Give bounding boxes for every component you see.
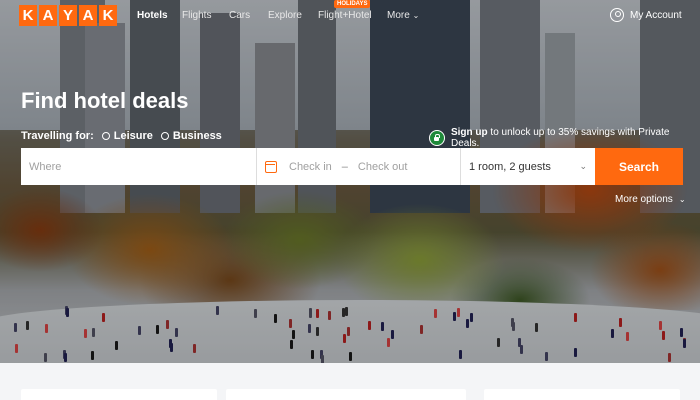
chevron-down-icon: ⌄ xyxy=(579,161,587,171)
where-input[interactable]: Where xyxy=(21,148,257,185)
logo-letter: A xyxy=(79,5,97,26)
lock-icon xyxy=(429,130,445,146)
where-placeholder: Where xyxy=(29,160,62,173)
nav-explore[interactable]: Explore xyxy=(268,10,302,21)
content-area xyxy=(0,363,700,400)
guests-value: 1 room, 2 guests xyxy=(469,160,551,173)
user-icon xyxy=(610,8,624,22)
kayak-logo[interactable]: K A Y A K xyxy=(19,5,117,26)
travel-purpose: Travelling for: Leisure Business xyxy=(21,130,222,142)
leisure-label: Leisure xyxy=(113,130,153,142)
private-deals-promo: Sign up to unlock up to 35% savings with… xyxy=(429,127,700,149)
more-options-toggle[interactable]: More options ⌄ xyxy=(615,194,686,205)
chevron-down-icon: ⌄ xyxy=(412,11,420,20)
content-card[interactable] xyxy=(484,389,680,400)
logo-letter: K xyxy=(99,5,117,26)
more-options-label: More options xyxy=(615,194,673,205)
checkout-field[interactable]: Check out xyxy=(358,161,408,173)
logo-letter: K xyxy=(19,5,37,26)
business-radio[interactable]: Business xyxy=(160,130,222,142)
account-label: My Account xyxy=(630,9,682,21)
calendar-icon xyxy=(265,160,277,173)
travelling-for-label: Travelling for: xyxy=(21,130,94,142)
nav-more-label: More xyxy=(387,10,410,21)
hotel-search-bar: Where Check in – Check out 1 room, 2 gue… xyxy=(21,148,683,185)
content-card[interactable] xyxy=(226,389,466,400)
rooms-guests-select[interactable]: 1 room, 2 guests ⌄ xyxy=(461,148,595,185)
leisure-radio[interactable]: Leisure xyxy=(101,130,153,142)
checkin-field[interactable]: Check in xyxy=(289,161,332,173)
nav-flights[interactable]: Flights xyxy=(182,10,211,21)
business-label: Business xyxy=(172,130,222,142)
search-button[interactable]: Search xyxy=(595,148,683,185)
page-title: Find hotel deals xyxy=(21,88,189,113)
date-separator: – xyxy=(341,160,348,173)
top-nav: K A Y A K Hotels Flights Cars Explore HO… xyxy=(0,0,700,34)
date-range-picker[interactable]: Check in – Check out xyxy=(257,148,461,185)
logo-letter: A xyxy=(39,5,57,26)
nav-more[interactable]: More ⌄ xyxy=(387,10,419,21)
radio-circle-icon xyxy=(160,132,169,140)
content-card[interactable] xyxy=(21,389,217,400)
nav-flight-hotel[interactable]: Flight+Hotel xyxy=(318,10,372,21)
holidays-badge: HOLIDAYS xyxy=(334,0,371,8)
logo-letter: Y xyxy=(59,5,77,26)
radio-circle-icon xyxy=(101,132,110,140)
chevron-down-icon: ⌄ xyxy=(678,195,686,204)
nav-cars[interactable]: Cars xyxy=(229,10,250,21)
my-account-link[interactable]: My Account xyxy=(610,8,682,22)
sign-up-link[interactable]: Sign up xyxy=(451,127,488,138)
nav-hotels[interactable]: Hotels xyxy=(137,10,168,21)
